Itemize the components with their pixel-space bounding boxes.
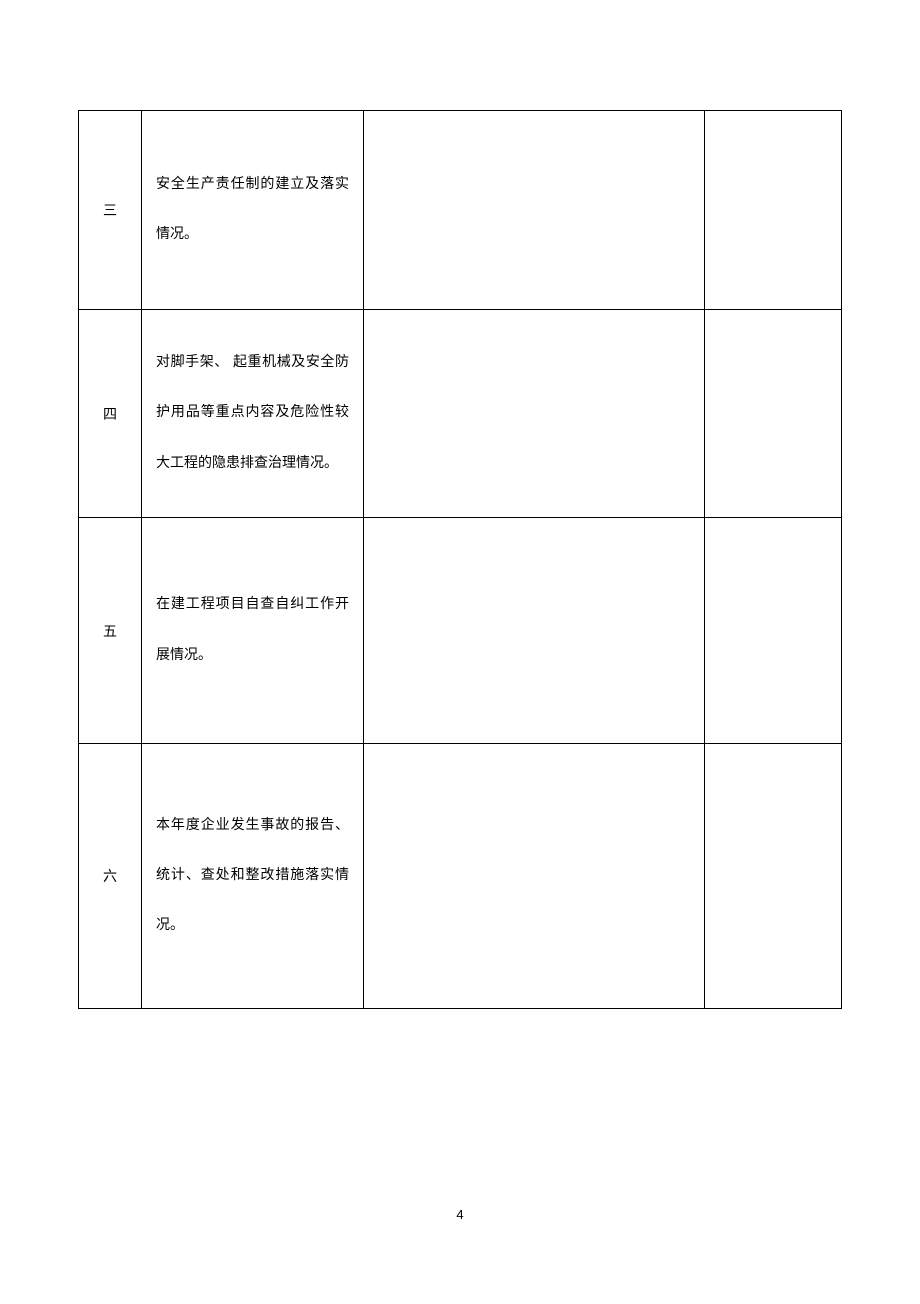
row-number-cell: 四 bbox=[79, 310, 142, 518]
row-blank-cell bbox=[364, 518, 705, 744]
table-row: 五 在建工程项目自查自纠工作开展情况。 bbox=[79, 518, 842, 744]
row-number-cell: 六 bbox=[79, 744, 142, 1009]
table-row: 三 安全生产责任制的建立及落实情况。 bbox=[79, 111, 842, 310]
table-row: 六 本年度企业发生事故的报告、统计、查处和整改措施落实情况。 bbox=[79, 744, 842, 1009]
page-container: 三 安全生产责任制的建立及落实情况。 四 对脚手架、 起重机械及安全防护用品等重… bbox=[0, 0, 920, 1009]
inspection-table: 三 安全生产责任制的建立及落实情况。 四 对脚手架、 起重机械及安全防护用品等重… bbox=[78, 110, 842, 1009]
table-row: 四 对脚手架、 起重机械及安全防护用品等重点内容及危险性较大工程的隐患排查治理情… bbox=[79, 310, 842, 518]
row-number-cell: 五 bbox=[79, 518, 142, 744]
row-blank-cell bbox=[705, 744, 842, 1009]
page-number: 4 bbox=[0, 1207, 920, 1222]
row-number-cell: 三 bbox=[79, 111, 142, 310]
row-description-cell: 在建工程项目自查自纠工作开展情况。 bbox=[142, 518, 364, 744]
row-blank-cell bbox=[364, 111, 705, 310]
row-description-cell: 安全生产责任制的建立及落实情况。 bbox=[142, 111, 364, 310]
row-blank-cell bbox=[705, 518, 842, 744]
row-blank-cell bbox=[705, 310, 842, 518]
row-blank-cell bbox=[705, 111, 842, 310]
row-blank-cell bbox=[364, 310, 705, 518]
row-blank-cell bbox=[364, 744, 705, 1009]
row-description-cell: 对脚手架、 起重机械及安全防护用品等重点内容及危险性较大工程的隐患排查治理情况。 bbox=[142, 310, 364, 518]
row-description-cell: 本年度企业发生事故的报告、统计、查处和整改措施落实情况。 bbox=[142, 744, 364, 1009]
